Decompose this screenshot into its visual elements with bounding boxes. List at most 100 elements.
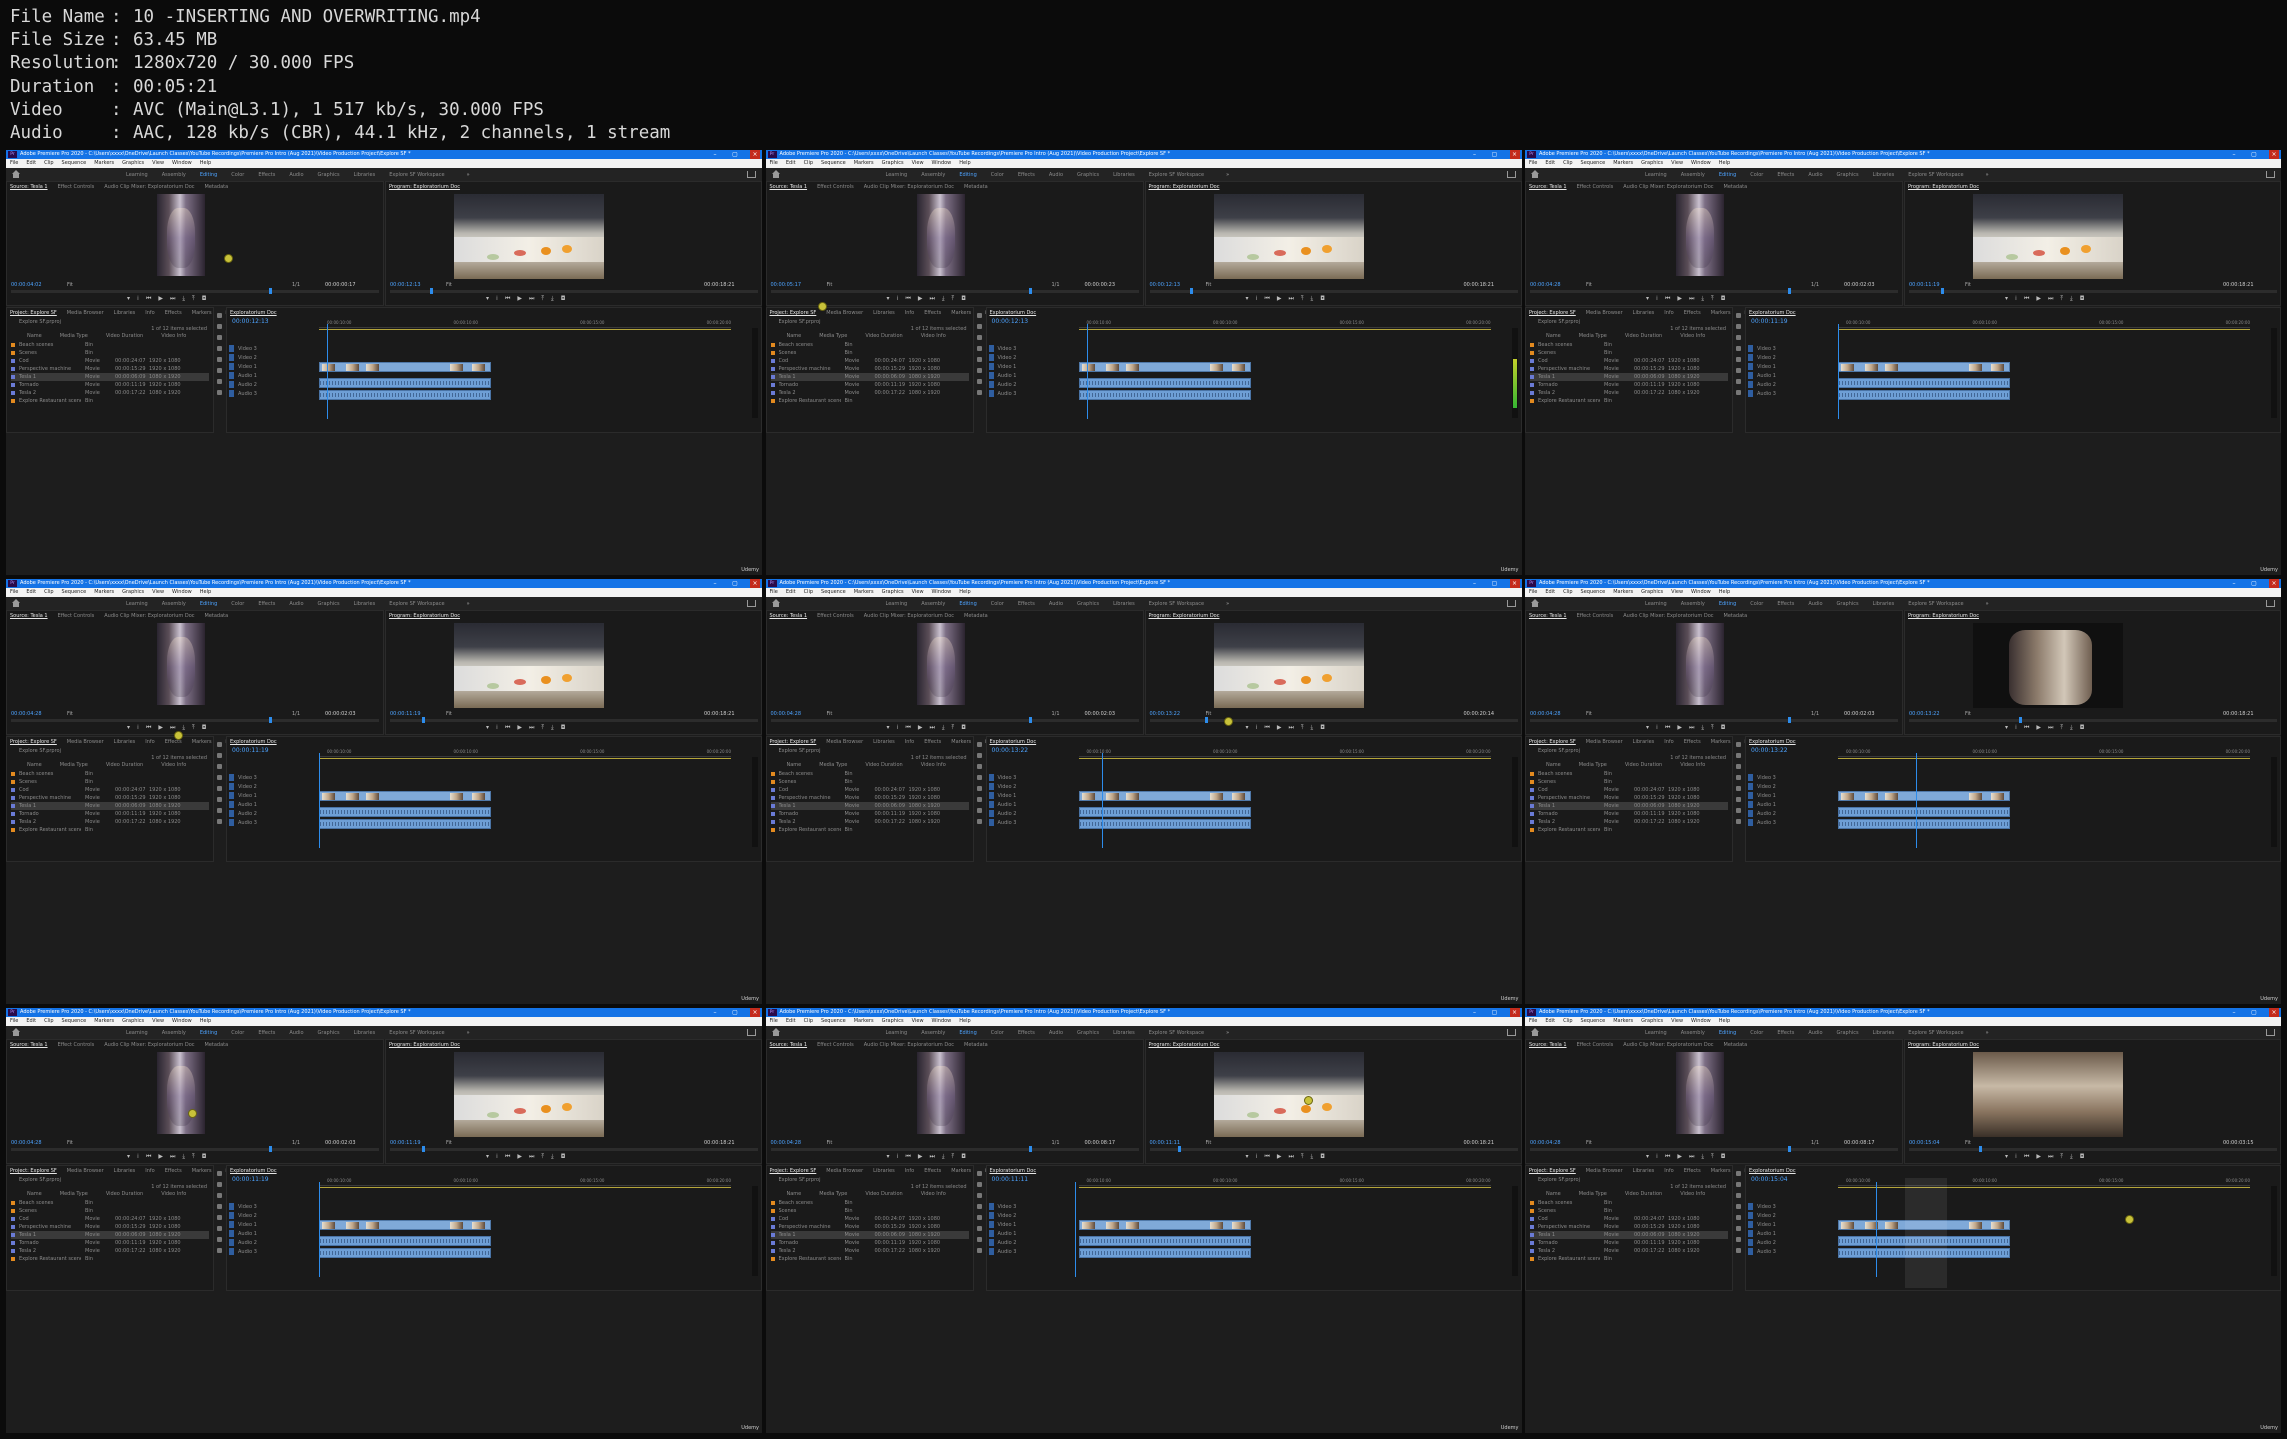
razor-tool-icon[interactable] [976,1204,982,1209]
program-monitor-tab[interactable]: Program: Exploratorium Doc [389,1042,460,1048]
track-select-tool-icon[interactable] [1736,753,1741,758]
step-back-icon[interactable]: ⏮ [146,724,151,732]
project-item[interactable]: Scenes Bin [770,778,969,786]
menu-item[interactable]: Clip [1563,588,1572,597]
workspace-tab[interactable]: Learning [1645,601,1667,607]
step-back-icon[interactable]: ⏮ [1665,1153,1670,1161]
step-back-icon[interactable]: ⏮ [146,295,151,303]
razor-tool-icon[interactable] [217,346,222,351]
mark-in-icon[interactable]: ▾ [127,1153,130,1161]
workspace-tab[interactable]: Color [1750,1030,1763,1036]
workspace-tab[interactable]: Audio [1808,601,1822,607]
source-fit-dropdown[interactable]: Fit [827,711,833,717]
timeline-timecode[interactable]: 00:00:11:19 [1751,318,1788,325]
workspace-tab[interactable]: Graphics [318,601,340,607]
menu-item[interactable]: Graphics [882,588,904,597]
audio-clip[interactable] [1078,807,1251,817]
workspace-tab[interactable]: Color [991,172,1004,178]
source-scrub-bar[interactable] [11,717,379,723]
maximize-icon[interactable]: ▢ [730,150,740,159]
project-item[interactable]: Beach scenes Bin [770,770,969,778]
project-column-header[interactable]: Name [1546,1191,1561,1197]
track-target-toggle[interactable] [229,1230,234,1237]
slip-tool-icon[interactable] [976,357,982,362]
close-icon[interactable]: × [2269,1008,2279,1017]
track-target-toggle[interactable] [988,363,994,370]
workspace-tab[interactable]: Audio [1808,172,1822,178]
audio-clip[interactable] [1838,819,2010,829]
project-column-header[interactable]: Name [787,333,802,339]
workspace-tab[interactable]: Explore SF Workspace [1908,1030,1963,1036]
lift-icon[interactable]: ⤒ [1301,724,1304,732]
project-item[interactable]: Tesla 2 Movie 00:00:17:22 1080 x 1920 [770,389,969,397]
minimize-icon[interactable]: – [710,579,720,588]
work-area-bar[interactable] [1078,1187,1491,1188]
project-panel-tab[interactable]: Libraries [1633,739,1655,745]
project-item[interactable]: Explore Restaurant scene Bin [11,397,209,405]
project-panel-tab[interactable]: Project: Explore SF [770,310,817,316]
workspace-tab[interactable]: Learning [886,601,908,607]
project-item[interactable]: Beach scenes Bin [1530,1199,1728,1207]
project-panel-tab[interactable]: Markers [192,1168,212,1174]
audio-clip[interactable] [1078,1248,1251,1258]
project-item[interactable]: Cod Movie 00:00:24:07 1920 x 1080 [770,786,969,794]
track-header[interactable]: Video 1 [229,1220,317,1229]
program-fit-dropdown[interactable]: Fit [1965,1140,1971,1146]
mark-in-icon[interactable]: ▾ [486,724,489,732]
track-header[interactable]: Audio 1 [988,1229,1077,1238]
minimize-icon[interactable]: – [1470,150,1480,159]
menu-item[interactable]: Graphics [122,159,144,168]
home-icon[interactable] [12,170,20,178]
camera-icon[interactable]: ◘ [2080,295,2085,303]
lift-icon[interactable]: ⤒ [1301,295,1304,303]
source-panel-tab[interactable]: Source: Tesla 1 [770,1042,808,1048]
track-target-toggle[interactable] [1748,390,1753,397]
project-panel-tab[interactable]: Info [145,310,154,316]
play-icon[interactable]: ▶ [2036,295,2041,303]
project-panel-tab[interactable]: Project: Explore SF [1529,1168,1576,1174]
project-column-header[interactable]: Media Type [1579,762,1607,768]
project-item[interactable]: Tesla 1 Movie 00:00:06:09 1080 x 1920 [770,802,969,810]
project-column-header[interactable]: Video Info [1680,333,1705,339]
project-item[interactable]: Tesla 1 Movie 00:00:06:09 1080 x 1920 [1530,373,1728,381]
project-item[interactable]: Perspective machine Movie 00:00:15:29 19… [1530,794,1728,802]
source-resolution-dropdown[interactable]: 1/1 [1052,711,1060,717]
track-select-tool-icon[interactable] [1736,1182,1741,1187]
source-in-timecode[interactable]: 00:00:04:02 [11,282,42,288]
work-area-bar[interactable] [1078,329,1491,330]
overwrite-icon[interactable]: ⤒ [192,1153,195,1161]
insert-icon[interactable]: ⤓ [1701,1153,1704,1161]
track-target-toggle[interactable] [229,345,234,352]
pen-tool-icon[interactable] [1736,1226,1741,1231]
source-panel-tab[interactable]: Metadata [205,1042,229,1048]
track-target-toggle[interactable] [988,381,994,388]
mark-out-icon[interactable]: ⁞ [2015,295,2017,303]
project-panel-tab[interactable]: Libraries [1633,310,1655,316]
lift-icon[interactable]: ⤒ [541,1153,544,1161]
project-item[interactable]: Explore Restaurant scene Bin [770,826,969,834]
workspace-tab[interactable]: Libraries [354,1030,376,1036]
source-panel-tab[interactable]: Source: Tesla 1 [1529,184,1567,190]
track-header[interactable]: Audio 3 [1748,1247,1836,1256]
project-panel-tab[interactable]: Info [145,739,154,745]
workspace-tab[interactable]: Libraries [1873,601,1895,607]
mark-in-icon[interactable]: ▾ [2005,724,2008,732]
overwrite-icon[interactable]: ⤒ [952,1153,955,1161]
mark-out-icon[interactable]: ⁞ [1656,1153,1658,1161]
source-in-timecode[interactable]: 00:00:05:17 [771,282,802,288]
project-panel-tab[interactable]: Effects [924,310,941,316]
workspace-tab[interactable]: Effects [1018,172,1035,178]
track-header[interactable]: Audio 2 [1748,380,1836,389]
source-panel-tab[interactable]: Metadata [1724,613,1748,619]
menu-item[interactable]: Graphics [1641,1017,1663,1026]
project-panel-tab[interactable]: Markers [951,739,971,745]
hand-tool-icon[interactable] [976,808,982,813]
hand-tool-icon[interactable] [217,808,222,813]
insert-icon[interactable]: ⤓ [1701,724,1704,732]
video-clip[interactable] [1838,362,2010,372]
minimize-icon[interactable]: – [1470,1008,1480,1017]
source-in-timecode[interactable]: 00:00:04:28 [11,1140,42,1146]
menu-item[interactable]: Clip [44,588,53,597]
step-forward-icon[interactable]: ⏭ [529,724,534,732]
source-in-timecode[interactable]: 00:00:04:28 [11,711,42,717]
